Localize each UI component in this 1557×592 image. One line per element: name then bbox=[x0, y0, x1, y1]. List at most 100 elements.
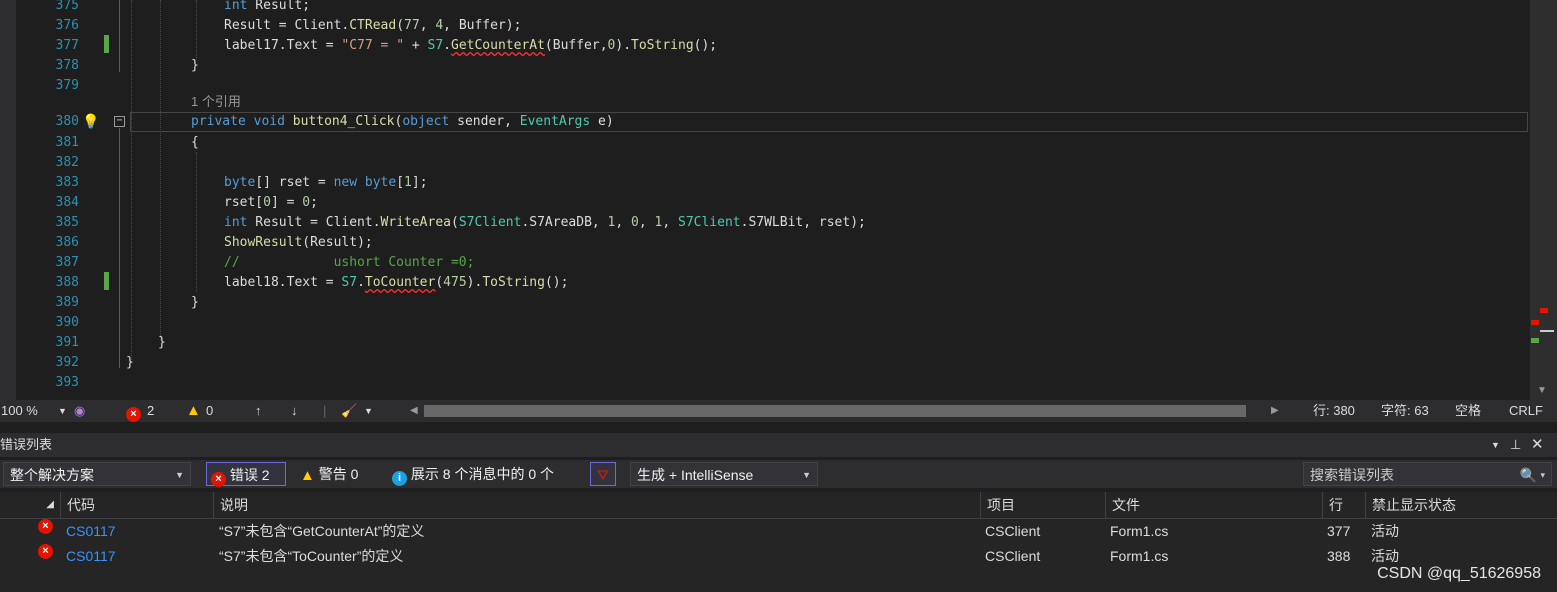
code-token: ( bbox=[451, 215, 459, 230]
info-icon: i bbox=[392, 471, 407, 486]
errors-filter-button[interactable]: × 错误 2 bbox=[206, 462, 286, 487]
code-line[interactable]: 385 int Result = Client.WriteArea(S7Clien… bbox=[0, 213, 1530, 233]
error-row[interactable]: × CS0117 “S7”未包含“ToCounter”的定义 CSClient … bbox=[0, 544, 1557, 569]
column-header-project[interactable]: 项目 bbox=[980, 492, 1105, 518]
code-token: 0 bbox=[263, 195, 271, 210]
code-text: { bbox=[191, 133, 199, 153]
error-project: CSClient bbox=[985, 548, 1041, 564]
code-line[interactable]: 386 ShowResult(Result); bbox=[0, 233, 1530, 253]
column-header-description[interactable]: 说明 bbox=[213, 492, 980, 518]
code-line[interactable]: 389} bbox=[0, 293, 1530, 313]
code-token: ToCounter bbox=[364, 275, 436, 290]
scroll-right-icon[interactable]: ▶ bbox=[1271, 400, 1279, 422]
filter-icon[interactable]: ⛛ bbox=[590, 462, 616, 486]
search-error-list-input[interactable]: 搜索错误列表 🔍 ▾ bbox=[1303, 462, 1552, 486]
messages-filter-button[interactable]: i 展示 8 个消息中的 0 个 bbox=[392, 462, 554, 486]
code-token: S7Client bbox=[458, 215, 522, 230]
error-marker[interactable] bbox=[1540, 308, 1548, 313]
error-row[interactable]: × CS0117 “S7”未包含“GetCounterAt”的定义 CSClie… bbox=[0, 519, 1557, 544]
code-token: "C77 = " bbox=[341, 38, 405, 53]
code-text: } bbox=[126, 353, 134, 373]
code-line[interactable]: 377 label17.Text = "C77 = " + S7.GetCount… bbox=[0, 36, 1530, 56]
char-indicator[interactable]: 字符: 63 bbox=[1381, 400, 1429, 422]
warnings-filter-button[interactable]: ▲ 警告 0 bbox=[300, 462, 358, 486]
code-token: (); bbox=[544, 275, 569, 290]
code-text: private void button4_Click(object sender… bbox=[191, 112, 614, 132]
chevron-down-icon[interactable]: ▼ bbox=[58, 400, 67, 422]
code-line[interactable]: 382 bbox=[0, 153, 1530, 173]
code-token: 4 bbox=[435, 18, 444, 33]
scroll-down-icon[interactable]: ▼ bbox=[1537, 385, 1547, 396]
arrow-up-icon[interactable]: ↑ bbox=[255, 400, 262, 422]
error-count-indicator[interactable]: × bbox=[126, 400, 141, 422]
code-line[interactable]: 387 // ushort Counter =0; bbox=[0, 253, 1530, 273]
build-filter-dropdown[interactable]: 生成 + IntelliSense ▼ bbox=[630, 462, 818, 486]
brush-icon[interactable]: 🧹 bbox=[341, 400, 357, 422]
code-token: object bbox=[402, 114, 450, 129]
error-code-link[interactable]: CS0117 bbox=[66, 519, 116, 544]
column-header-code[interactable]: 代码 bbox=[60, 492, 213, 518]
column-header-line[interactable]: 行 bbox=[1322, 492, 1365, 518]
code-editor[interactable]: − 💡 1 个引用 375 int Result; 376 Result = Clie… bbox=[0, 0, 1557, 400]
code-line[interactable]: 378} bbox=[0, 56, 1530, 76]
error-line: 377 bbox=[1327, 523, 1351, 539]
code-token: CTRead bbox=[349, 18, 397, 33]
error-marker[interactable] bbox=[1531, 320, 1539, 325]
code-text: } bbox=[191, 293, 199, 313]
arrow-down-icon[interactable]: ↓ bbox=[291, 400, 298, 422]
line-number: 393 bbox=[55, 375, 79, 390]
code-line[interactable]: 380 private void button4_Click(object sen… bbox=[0, 112, 1530, 132]
chevron-down-icon[interactable]: ▼ bbox=[1491, 433, 1500, 457]
code-token: { bbox=[191, 135, 199, 150]
column-header-suppression[interactable]: 禁止显示状态 bbox=[1365, 492, 1522, 518]
code-token: S7Client bbox=[678, 215, 741, 230]
line-indicator[interactable]: 行: 380 bbox=[1313, 400, 1355, 422]
code-token: button4_Click bbox=[292, 114, 395, 129]
line-number: 387 bbox=[55, 255, 79, 270]
close-icon[interactable]: ✕ bbox=[1531, 433, 1544, 457]
code-line[interactable]: 384 rset[0] = 0; bbox=[0, 193, 1530, 213]
line-number: 378 bbox=[55, 58, 79, 73]
code-token: + bbox=[404, 38, 428, 53]
code-token: 1 bbox=[404, 175, 412, 190]
code-token: S7 bbox=[341, 275, 358, 290]
pin-icon[interactable]: ⊥ bbox=[1510, 433, 1521, 457]
code-line[interactable]: 393 bbox=[0, 373, 1530, 393]
code-token: Result = Client. bbox=[224, 18, 350, 33]
line-number: 377 bbox=[55, 38, 79, 53]
code-text: label18.Text = S7.ToCounter(475).ToStrin… bbox=[224, 273, 568, 293]
code-token: , Buffer); bbox=[443, 18, 522, 33]
line-number: 379 bbox=[55, 78, 79, 93]
line-ending-indicator[interactable]: CRLF bbox=[1509, 400, 1543, 422]
chevron-down-icon: ▼ bbox=[175, 470, 184, 480]
code-line[interactable]: 379 bbox=[0, 76, 1530, 96]
search-icon: 🔍 bbox=[1519, 467, 1537, 483]
line-number: 380 bbox=[55, 114, 79, 129]
code-line[interactable]: 383 byte[] rset = new byte[1]; bbox=[0, 173, 1530, 193]
code-line[interactable]: 390 bbox=[0, 313, 1530, 333]
horizontal-scrollbar[interactable] bbox=[424, 405, 1246, 417]
error-code-link[interactable]: CS0117 bbox=[66, 544, 116, 569]
warning-icon: ▲ bbox=[300, 467, 315, 484]
code-token: void bbox=[253, 114, 285, 129]
code-line[interactable]: 376 Result = Client.CTRead(77, 4, Buffer)… bbox=[0, 16, 1530, 36]
code-line[interactable]: 375 int Result; bbox=[0, 0, 1530, 16]
scroll-left-icon[interactable]: ◀ bbox=[410, 400, 418, 422]
sort-icon[interactable]: ◢ bbox=[0, 492, 60, 518]
code-line[interactable]: 381 { bbox=[0, 133, 1530, 153]
zoom-level[interactable]: 100 % bbox=[1, 400, 38, 422]
intellicode-icon[interactable]: ◉ bbox=[74, 400, 85, 422]
scope-dropdown[interactable]: 整个解决方案 ▼ bbox=[3, 462, 191, 486]
vertical-scrollbar[interactable]: ▼ bbox=[1530, 0, 1557, 400]
code-text: } bbox=[191, 56, 199, 76]
whitespace-indicator[interactable]: 空格 bbox=[1455, 400, 1481, 422]
chevron-down-icon[interactable]: ▼ bbox=[364, 400, 373, 422]
code-line[interactable]: 392} bbox=[0, 353, 1530, 373]
code-line[interactable]: 391} bbox=[0, 333, 1530, 353]
code-text: rset[0] = 0; bbox=[224, 193, 318, 213]
separator: | bbox=[323, 403, 327, 418]
column-header-file[interactable]: 文件 bbox=[1105, 492, 1322, 518]
code-line[interactable]: 388 label18.Text = S7.ToCounter(475).ToSt… bbox=[0, 273, 1530, 293]
